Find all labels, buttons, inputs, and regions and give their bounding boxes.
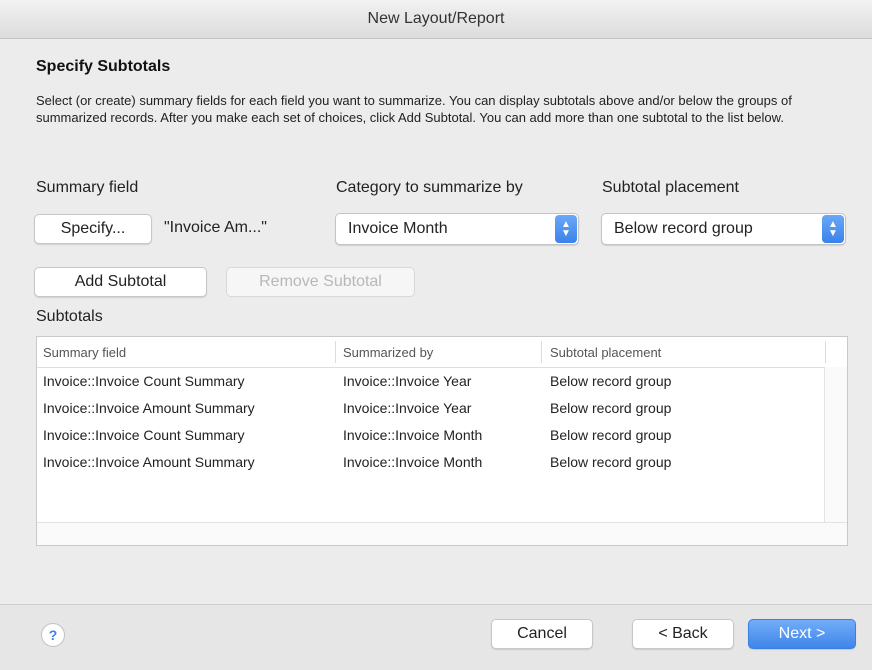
subtotals-label: Subtotals <box>36 308 103 325</box>
select-arrows-icon: ▲ ▼ <box>555 215 577 243</box>
cell-summary-field: Invoice::Invoice Amount Summary <box>43 454 255 470</box>
cell-summarized-by: Invoice::Invoice Month <box>343 427 483 443</box>
window-title: New Layout/Report <box>0 0 872 39</box>
cancel-button[interactable]: Cancel <box>491 619 593 649</box>
column-divider <box>335 341 336 363</box>
summary-field-value: "Invoice Am..." <box>164 219 267 236</box>
column-divider <box>825 341 826 363</box>
back-button[interactable]: < Back <box>632 619 734 649</box>
cell-summarized-by: Invoice::Invoice Month <box>343 454 483 470</box>
cell-summarized-by: Invoice::Invoice Year <box>343 400 472 416</box>
cell-subtotal-placement: Below record group <box>550 400 672 416</box>
column-divider <box>541 341 542 363</box>
help-icon[interactable]: ? <box>41 623 65 647</box>
column-header-subtotal-placement[interactable]: Subtotal placement <box>550 345 661 360</box>
remove-subtotal-button[interactable]: Remove Subtotal <box>226 267 415 297</box>
cell-subtotal-placement: Below record group <box>550 427 672 443</box>
subtotals-table[interactable]: Summary field Summarized by Subtotal pla… <box>36 336 848 546</box>
dialog-footer <box>0 604 872 670</box>
section-heading: Specify Subtotals <box>36 58 171 75</box>
horizontal-scrollbar[interactable] <box>37 522 847 545</box>
cell-subtotal-placement: Below record group <box>550 454 672 470</box>
select-arrows-icon: ▲ ▼ <box>822 215 844 243</box>
category-select[interactable]: Invoice Month ▲ ▼ <box>335 213 579 245</box>
table-row[interactable]: Invoice::Invoice Count Summary Invoice::… <box>37 423 847 450</box>
section-description: Select (or create) summary fields for ea… <box>36 93 792 125</box>
placement-label: Subtotal placement <box>602 179 739 196</box>
cell-summary-field: Invoice::Invoice Count Summary <box>43 427 245 443</box>
placement-select[interactable]: Below record group ▲ ▼ <box>601 213 846 245</box>
column-header-summary-field[interactable]: Summary field <box>43 345 126 360</box>
summary-field-label: Summary field <box>36 179 139 196</box>
table-row[interactable]: Invoice::Invoice Amount Summary Invoice:… <box>37 450 847 477</box>
table-row[interactable]: Invoice::Invoice Amount Summary Invoice:… <box>37 396 847 423</box>
placement-select-value: Below record group <box>614 220 753 237</box>
table-row[interactable]: Invoice::Invoice Count Summary Invoice::… <box>37 369 847 396</box>
table-header: Summary field Summarized by Subtotal pla… <box>37 337 847 368</box>
category-label: Category to summarize by <box>336 179 523 196</box>
add-subtotal-button[interactable]: Add Subtotal <box>34 267 207 297</box>
cell-summarized-by: Invoice::Invoice Year <box>343 373 472 389</box>
column-header-summarized-by[interactable]: Summarized by <box>343 345 433 360</box>
cell-summary-field: Invoice::Invoice Amount Summary <box>43 400 255 416</box>
cell-summary-field: Invoice::Invoice Count Summary <box>43 373 245 389</box>
specify-button[interactable]: Specify... <box>34 214 152 244</box>
category-select-value: Invoice Month <box>348 220 448 237</box>
vertical-scrollbar[interactable] <box>824 367 847 523</box>
next-button[interactable]: Next > <box>748 619 856 649</box>
cell-subtotal-placement: Below record group <box>550 373 672 389</box>
